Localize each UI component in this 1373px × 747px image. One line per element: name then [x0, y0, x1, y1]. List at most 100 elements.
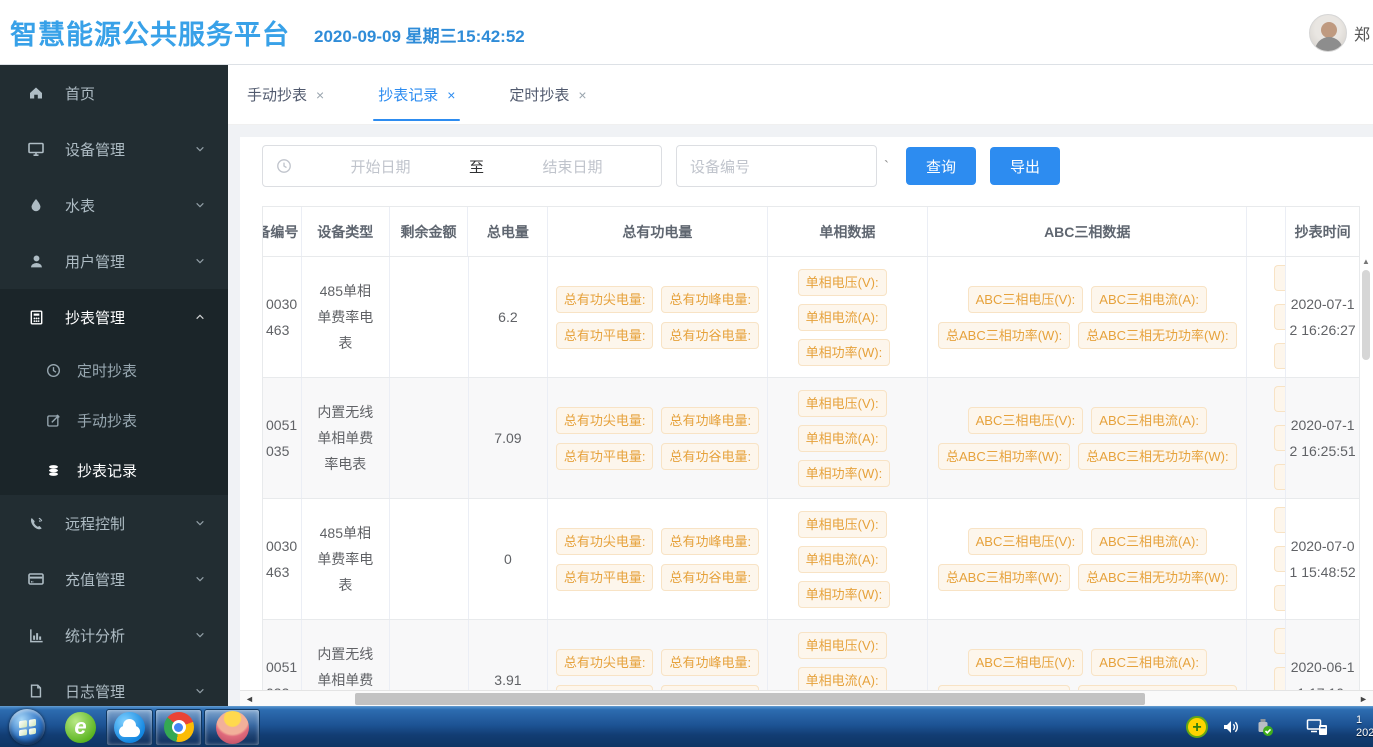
sidebar-item-user-management[interactable]: 用户管理	[0, 233, 228, 289]
volume-icon[interactable]	[1221, 717, 1241, 737]
table-row: 0051033内置无线单相单费率电表3.91总有功尖电量:总有功峰电量:总有功平…	[263, 620, 1359, 691]
system-tray: + 1 202	[1186, 714, 1373, 740]
data-tag: 总ABC三相无功功率(W):	[1078, 322, 1236, 349]
data-tag: ABC三相电压(V):	[968, 649, 1084, 676]
data-tag: 单相电流(A):	[798, 667, 887, 692]
sidebar-item-home[interactable]: 首页	[0, 65, 228, 121]
tag-group-energy: 总有功尖电量:总有功峰电量:总有功平电量:总有功谷电量:	[551, 407, 763, 470]
end-date-placeholder[interactable]: 结束日期	[484, 156, 661, 177]
tag-group-abc: ABC三相电压(V):ABC三相电流(A):总ABC三相功率(W):总ABC三相…	[931, 649, 1243, 692]
data-tag: 总有功尖电量:	[556, 407, 654, 434]
start-date-placeholder[interactable]: 开始日期	[292, 156, 469, 177]
scroll-right-arrow[interactable]: ►	[1356, 692, 1371, 706]
sidebar-item-recharge-management[interactable]: 充值管理	[0, 551, 228, 607]
taskbar-item-qq-browser[interactable]	[106, 709, 153, 746]
start-button[interactable]	[9, 709, 45, 745]
user-avatar[interactable]	[1309, 14, 1347, 52]
sidebar-item-manual-reading[interactable]: 手动抄表	[0, 395, 228, 445]
column-header-label: 设备类型	[317, 222, 373, 242]
taskbar-item-360-browser[interactable]: e	[57, 709, 104, 746]
device-number-input[interactable]: 设备编号	[676, 145, 877, 187]
column-header	[1247, 207, 1286, 256]
tab-close-icon[interactable]: ×	[316, 87, 324, 103]
sidebar-item-meter-reading-management[interactable]: 抄表管理	[0, 289, 228, 345]
sidebar-item-remote-control[interactable]: 远程控制	[0, 495, 228, 551]
cell-abc-three-phase: ABC三相电压(V):ABC三相电流(A):总ABC三相功率(W):总ABC三相…	[928, 378, 1247, 498]
data-tag: 总ABC三相功率(W):	[938, 322, 1070, 349]
export-button[interactable]: 导出	[990, 147, 1060, 185]
windows-taskbar: e + 1 202	[0, 706, 1373, 747]
sidebar-item-label: 手动抄表	[77, 410, 137, 431]
chevron-up-icon	[194, 311, 206, 323]
column-header: 剩余金额	[390, 207, 469, 256]
horizontal-scrollbar[interactable]: ◄ ►	[240, 690, 1373, 706]
user-name: 郑	[1354, 21, 1373, 45]
cell-total-energy: 7.09	[469, 378, 549, 498]
scroll-up-arrow[interactable]: ▲	[1360, 256, 1372, 268]
phone-icon	[27, 514, 45, 532]
column-header: 总有功电量	[548, 207, 767, 256]
cell-single-phase: 单相电压(V):单相电流(A):单相功率(W):	[768, 378, 929, 498]
horizontal-scroll-thumb[interactable]	[355, 693, 1145, 705]
cell-balance	[390, 499, 469, 619]
data-tag: 单相电流(A):	[798, 425, 887, 452]
user-icon	[27, 252, 45, 270]
data-tag: 总有功尖电量:	[556, 528, 654, 555]
data-tag: 总有功平电量:	[556, 443, 654, 470]
taskbar-item-chrome[interactable]	[155, 709, 202, 746]
column-header: 设备类型	[302, 207, 390, 256]
sidebar-section-meter-reading: 抄表管理 定时抄表 手动抄表 抄表记录	[0, 289, 228, 495]
tab-reading-records[interactable]: 抄表记录 ×	[373, 65, 460, 124]
sidebar-item-log-management[interactable]: 日志管理	[0, 663, 228, 706]
clipped-tag-fragment	[1274, 628, 1285, 654]
tab-scheduled-reading[interactable]: 定时抄表 ×	[504, 65, 591, 124]
table-header-row: 备编号设备类型剩余金额总电量总有功电量单相数据ABC三相数据抄表时间	[263, 207, 1359, 257]
usb-device-icon[interactable]	[1254, 717, 1275, 737]
data-tag: 总ABC三相无功功率(W):	[1078, 564, 1236, 591]
sidebar-item-label: 远程控制	[65, 513, 125, 534]
sidebar-item-label: 用户管理	[65, 251, 125, 272]
data-tag: 总ABC三相无功功率(W):	[1078, 443, 1236, 470]
cell-balance	[390, 378, 469, 498]
network-icon[interactable]	[1306, 717, 1329, 737]
tab-manual-reading[interactable]: 手动抄表 ×	[242, 65, 329, 124]
sidebar-item-reading-records[interactable]: 抄表记录	[0, 445, 228, 495]
chevron-down-icon	[194, 199, 206, 211]
scroll-left-arrow[interactable]: ◄	[242, 692, 257, 706]
clipped-tag-fragment	[1274, 304, 1285, 330]
data-tag: 总有功峰电量:	[661, 286, 759, 313]
cell-clipped-column	[1247, 378, 1286, 498]
cell-single-phase: 单相电压(V):单相电流(A):单相功率(W):	[768, 499, 929, 619]
chevron-down-icon	[194, 255, 206, 267]
tag-group-abc: ABC三相电压(V):ABC三相电流(A):总ABC三相功率(W):总ABC三相…	[931, 286, 1243, 349]
vertical-scrollbar[interactable]: ▲	[1360, 256, 1372, 689]
data-tag: 单相电压(V):	[798, 390, 887, 417]
data-tag: ABC三相电压(V):	[968, 407, 1084, 434]
tab-close-icon[interactable]: ×	[447, 87, 455, 103]
data-tag: 单相功率(W):	[798, 339, 891, 366]
tab-close-icon[interactable]: ×	[578, 87, 586, 103]
date-range-input[interactable]: 开始日期 至 结束日期	[262, 145, 662, 187]
chevron-down-icon	[194, 517, 206, 529]
data-tag: ABC三相电流(A):	[1091, 649, 1207, 676]
taskbar-clock[interactable]: 1 202	[1356, 714, 1373, 740]
sidebar-item-device-management[interactable]: 设备管理	[0, 121, 228, 177]
cell-balance	[390, 257, 469, 377]
clipped-tag-fragment	[1274, 507, 1285, 533]
cell-single-phase: 单相电压(V):单相电流(A):单相功率(W):	[768, 257, 929, 377]
taskbar-item-photo-viewer[interactable]	[204, 709, 260, 746]
sidebar-item-statistics[interactable]: 统计分析	[0, 607, 228, 663]
vertical-scroll-thumb[interactable]	[1362, 270, 1370, 360]
device-number-placeholder: 设备编号	[690, 156, 750, 177]
data-tag: 单相电流(A):	[798, 304, 887, 331]
tab-label: 抄表记录	[378, 84, 438, 105]
user-menu[interactable]: 郑	[1309, 0, 1373, 65]
green-e-browser-icon: e	[65, 712, 96, 743]
360-safety-icon[interactable]: +	[1186, 716, 1208, 738]
sidebar-nav: 首页 设备管理 水表 用户管理 抄表管理 定时抄表	[0, 65, 228, 706]
sidebar-item-water-meter[interactable]: 水表	[0, 177, 228, 233]
sidebar-item-label: 抄表记录	[77, 460, 137, 481]
query-button[interactable]: 查询	[906, 147, 976, 185]
clipped-tag-fragment	[1274, 667, 1285, 691]
sidebar-item-scheduled-reading[interactable]: 定时抄表	[0, 345, 228, 395]
